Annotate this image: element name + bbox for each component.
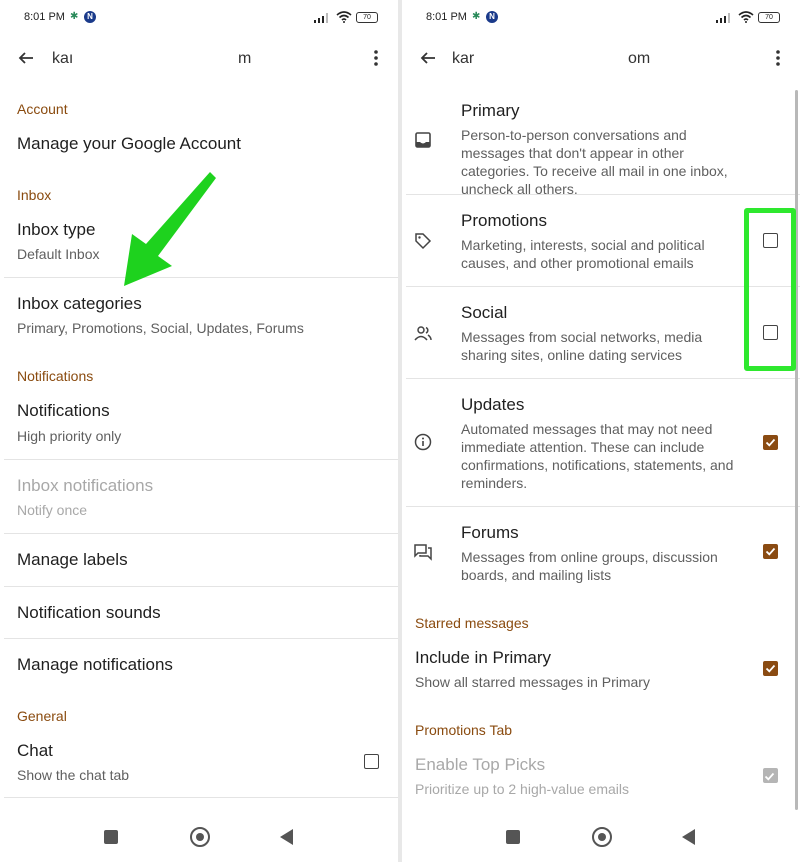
manage-notifications[interactable]: Manage notifications <box>17 655 173 675</box>
more-options-icon[interactable] <box>770 48 786 68</box>
enable-top-picks-description: Prioritize up to 2 high-value emails <box>415 781 629 797</box>
app-bar: kaı m <box>0 40 398 76</box>
left-screen: 8:01 PM ✱ N 70 kaı m Account Manage your… <box>0 0 398 862</box>
divider <box>4 586 398 587</box>
inbox-notifications-title: Inbox notifications <box>17 476 154 495</box>
divider <box>406 506 800 507</box>
section-general: General <box>17 708 67 724</box>
back-button[interactable] <box>682 829 695 845</box>
category-forums-description: Messages from online groups, discussion … <box>461 549 718 583</box>
chat-checkbox[interactable] <box>364 754 379 769</box>
inbox-notifications-value: Notify once <box>17 502 88 518</box>
account-name: kaı <box>52 50 74 67</box>
wifi-icon <box>738 11 754 23</box>
inbox-categories-value: Primary, Promotions, Social, Updates, Fo… <box>17 320 304 336</box>
include-in-primary-checkbox[interactable] <box>763 661 778 676</box>
account-name-suffix: m <box>238 50 252 67</box>
notification-icon: ✱ <box>70 11 79 22</box>
divider <box>4 533 398 534</box>
section-account: Account <box>17 101 68 117</box>
section-promotions-tab: Promotions Tab <box>415 722 513 738</box>
inbox-categories-title[interactable]: Inbox categories <box>17 294 142 314</box>
divider <box>406 286 800 287</box>
back-arrow-icon[interactable] <box>16 48 36 68</box>
include-in-primary-title[interactable]: Include in Primary <box>415 648 551 668</box>
status-time: 8:01 PM <box>426 11 467 23</box>
wifi-icon <box>336 11 352 23</box>
chat-description: Show the chat tab <box>17 767 130 783</box>
divider <box>406 378 800 379</box>
divider <box>4 459 398 460</box>
home-button[interactable] <box>190 827 210 847</box>
recent-apps-button[interactable] <box>506 830 520 844</box>
app-notification-icon: N <box>84 11 96 23</box>
info-icon <box>414 433 432 451</box>
category-promotions-description: Marketing, interests, social and politic… <box>461 237 705 271</box>
category-social-title[interactable]: Social <box>461 303 507 323</box>
battery-icon: 70 <box>758 12 780 23</box>
divider <box>406 194 800 195</box>
scrollbar[interactable] <box>795 90 798 810</box>
account-name: kar <box>452 50 475 67</box>
updates-checkbox[interactable] <box>763 435 778 450</box>
signal-icon <box>716 13 730 23</box>
include-in-primary-description: Show all starred messages in Primary <box>415 674 650 690</box>
category-primary-description: Person-to-person conversations and messa… <box>461 127 728 197</box>
forums-checkbox[interactable] <box>763 544 778 559</box>
inbox-type-title[interactable]: Inbox type <box>17 220 95 240</box>
back-button[interactable] <box>280 829 293 845</box>
category-updates-title[interactable]: Updates <box>461 395 524 415</box>
category-updates-description: Automated messages that may not need imm… <box>461 421 734 491</box>
green-highlight-box <box>744 208 796 371</box>
notification-sounds[interactable]: Notification sounds <box>17 603 161 623</box>
account-name-suffix: om <box>628 50 651 67</box>
divider <box>4 797 398 798</box>
system-nav-bar <box>0 826 398 848</box>
green-pointer-arrow <box>124 172 216 286</box>
inbox-icon <box>415 132 431 148</box>
manage-labels[interactable]: Manage labels <box>17 550 128 570</box>
right-screen: 8:01 PM ✱ N 70 kar om Primary Person-to-… <box>402 0 800 862</box>
notifications-value: High priority only <box>17 428 122 444</box>
category-primary-title: Primary <box>461 101 520 120</box>
enable-top-picks-title: Enable Top Picks <box>415 755 546 774</box>
section-inbox: Inbox <box>17 187 52 203</box>
status-bar: 8:01 PM ✱ N 70 <box>0 10 398 26</box>
people-icon <box>414 326 432 341</box>
enable-top-picks-checkbox <box>763 768 778 783</box>
back-arrow-icon[interactable] <box>418 48 438 68</box>
status-time: 8:01 PM <box>24 11 65 23</box>
signal-icon <box>314 13 328 23</box>
inbox-type-value: Default Inbox <box>17 246 100 262</box>
app-bar: kar om <box>402 40 800 76</box>
home-button[interactable] <box>592 827 612 847</box>
category-forums-title[interactable]: Forums <box>461 523 519 543</box>
recent-apps-button[interactable] <box>104 830 118 844</box>
forum-icon <box>414 544 432 561</box>
tag-icon <box>415 233 432 250</box>
chat-title[interactable]: Chat <box>17 741 53 761</box>
divider <box>4 638 398 639</box>
app-notification-icon: N <box>486 11 498 23</box>
notifications-title[interactable]: Notifications <box>17 401 110 421</box>
more-options-icon[interactable] <box>368 48 384 68</box>
system-nav-bar <box>402 826 800 848</box>
section-notifications: Notifications <box>17 368 94 384</box>
manage-google-account[interactable]: Manage your Google Account <box>17 134 241 154</box>
category-promotions-title[interactable]: Promotions <box>461 211 547 231</box>
section-starred-messages: Starred messages <box>415 615 529 631</box>
battery-icon: 70 <box>356 12 378 23</box>
category-social-description: Messages from social networks, media sha… <box>461 329 703 363</box>
status-bar: 8:01 PM ✱ N 70 <box>402 10 800 26</box>
notification-icon: ✱ <box>472 11 481 22</box>
